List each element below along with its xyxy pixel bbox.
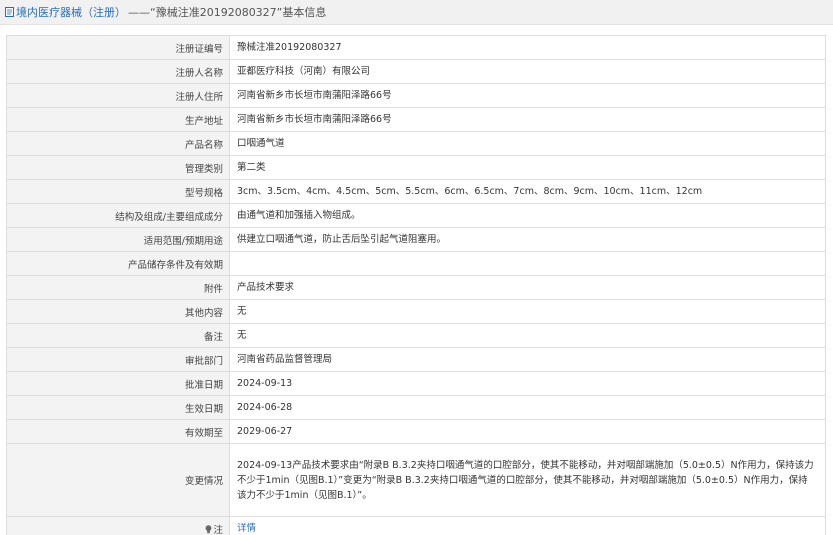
row-label: 变更情况 — [6, 443, 230, 517]
row-value: 2024-06-28 — [229, 395, 826, 420]
document-icon — [5, 7, 14, 17]
category-link[interactable]: 境内医疗器械（注册） — [16, 4, 126, 20]
table-row: 注册人住所 河南省新乡市长垣市南蒲阳泽路66号 — [6, 83, 826, 108]
row-value: 无 — [229, 323, 826, 348]
table-row: 审批部门 河南省药品监督管理局 — [6, 347, 826, 372]
row-label: 批准日期 — [6, 371, 230, 396]
table-row: 产品名称 口咽通气道 — [6, 131, 826, 156]
row-label: 注册人名称 — [6, 59, 230, 84]
table-row: 备注无 — [6, 323, 826, 348]
row-value: 2024-09-13产品技术要求由“附录B B.3.2夹持口咽通气道的口腔部分，… — [229, 443, 826, 517]
device-info-table: 注册证编号 豫械注准20192080327 注册人名称 亚都医疗科技（河南）有限公司… — [6, 35, 826, 535]
row-label: 审批部门 — [6, 347, 230, 372]
row-label: 附件 — [6, 275, 230, 300]
table-row: 管理类别 第二类 — [6, 155, 826, 180]
row-label: 有效期至 — [6, 419, 230, 444]
row-value: 供建立口咽通气道，防止舌后坠引起气道阻塞用。 — [229, 227, 826, 252]
page-header: 境内医疗器械（注册） ——“豫械注准20192080327”基本信息 — [0, 0, 833, 25]
table-row: 附件 产品技术要求 — [6, 275, 826, 300]
row-value: 口咽通气道 — [229, 131, 826, 156]
note-label: 注 — [213, 524, 223, 535]
table-row: 注册证编号 豫械注准20192080327 — [6, 35, 826, 60]
row-value — [229, 251, 826, 276]
row-label: 结构及组成/主要组成成分 — [6, 203, 230, 228]
table-row: 有效期至 2029-06-27 — [6, 419, 826, 444]
table-row: 注册人名称 亚都医疗科技（河南）有限公司 — [6, 59, 826, 84]
note-row: 注 详情 — [6, 516, 826, 535]
row-label: 型号规格 — [6, 179, 230, 204]
table-row: 其他内容无 — [6, 299, 826, 324]
row-value: 第二类 — [229, 155, 826, 180]
table-row: 批准日期 2024-09-13 — [6, 371, 826, 396]
row-label: 生效日期 — [6, 395, 230, 420]
row-value: 河南省新乡市长垣市南蒲阳泽路66号 — [229, 107, 826, 132]
row-value: 无 — [229, 299, 826, 324]
row-value: 2029-06-27 — [229, 419, 826, 444]
note-label-cell: 注 — [6, 516, 230, 535]
table-row: 变更情况 2024-09-13产品技术要求由“附录B B.3.2夹持口咽通气道的口… — [6, 443, 826, 517]
details-link[interactable]: 详情 — [237, 523, 256, 534]
row-label: 备注 — [6, 323, 230, 348]
lightbulb-icon — [206, 524, 212, 533]
row-label: 产品名称 — [6, 131, 230, 156]
row-label: 适用范围/预期用途 — [6, 227, 230, 252]
row-label: 产品储存条件及有效期 — [6, 251, 230, 276]
row-value: 河南省药品监督管理局 — [229, 347, 826, 372]
row-label: 注册证编号 — [6, 35, 230, 60]
row-value: 豫械注准20192080327 — [229, 35, 826, 60]
row-label: 生产地址 — [6, 107, 230, 132]
page-title: ——“豫械注准20192080327”基本信息 — [128, 6, 327, 19]
table-row: 型号规格 3cm、3.5cm、4cm、4.5cm、5cm、5.5cm、6cm、6.… — [6, 179, 826, 204]
row-label: 其他内容 — [6, 299, 230, 324]
table-row: 结构及组成/主要组成成分 由通气道和加强插入物组成。 — [6, 203, 826, 228]
table-row: 生产地址 河南省新乡市长垣市南蒲阳泽路66号 — [6, 107, 826, 132]
table-row: 适用范围/预期用途 供建立口咽通气道，防止舌后坠引起气道阻塞用。 — [6, 227, 826, 252]
row-value: 河南省新乡市长垣市南蒲阳泽路66号 — [229, 83, 826, 108]
row-value: 亚都医疗科技（河南）有限公司 — [229, 59, 826, 84]
row-value: 由通气道和加强插入物组成。 — [229, 203, 826, 228]
row-value: 产品技术要求 — [229, 275, 826, 300]
row-value: 3cm、3.5cm、4cm、4.5cm、5cm、5.5cm、6cm、6.5cm、… — [229, 179, 826, 204]
table-row: 生效日期 2024-06-28 — [6, 395, 826, 420]
note-value-cell: 详情 — [229, 516, 826, 535]
row-label: 注册人住所 — [6, 83, 230, 108]
table-row: 产品储存条件及有效期 — [6, 251, 826, 276]
row-value: 2024-09-13 — [229, 371, 826, 396]
row-label: 管理类别 — [6, 155, 230, 180]
